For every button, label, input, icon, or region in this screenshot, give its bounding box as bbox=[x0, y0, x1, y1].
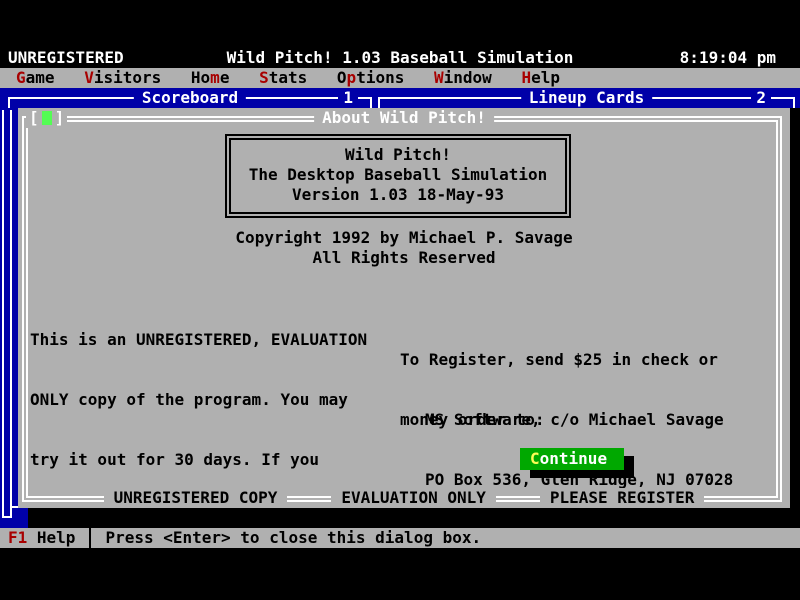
f1-key-label: F1 bbox=[8, 528, 27, 547]
menu-bar: Game Visitors Home Stats Options Window … bbox=[0, 68, 800, 88]
menu-item-game[interactable]: Game bbox=[6, 68, 65, 88]
text-line: ONLY copy of the program. You may bbox=[30, 390, 367, 410]
window-number: 1 bbox=[338, 88, 358, 108]
footer-text: EVALUATION ONLY bbox=[331, 488, 496, 508]
text-line: try it out for 30 days. If you bbox=[30, 450, 367, 470]
dos-screen: UNREGISTERED Wild Pitch! 1.03 Baseball S… bbox=[0, 0, 800, 600]
window-number: 2 bbox=[751, 88, 771, 108]
window-scoreboard-titlebar[interactable]: Scoreboard 1 bbox=[8, 88, 372, 108]
registration-status: UNREGISTERED bbox=[8, 48, 124, 68]
about-info-box: Wild Pitch! The Desktop Baseball Simulat… bbox=[225, 134, 571, 218]
window-border-corner bbox=[793, 97, 795, 108]
window-lineup-cards-titlebar[interactable]: Lineup Cards 2 bbox=[378, 88, 795, 108]
menu-item-options[interactable]: Options bbox=[327, 68, 414, 88]
window-title-scoreboard: Scoreboard bbox=[134, 88, 246, 108]
evaluation-notice: This is an UNREGISTERED, EVALUATION ONLY… bbox=[30, 290, 367, 600]
dialog-footer-banner: UNREGISTERED COPY EVALUATION ONLY PLEASE… bbox=[18, 488, 790, 508]
product-version: Version 1.03 18-May-93 bbox=[231, 185, 565, 205]
text-line: would like to continue to use it, bbox=[30, 510, 367, 530]
desktop: Scoreboard 1 Lineup Cards 2 bbox=[0, 88, 800, 108]
menu-item-visitors[interactable]: Visitors bbox=[74, 68, 171, 88]
dialog-title: About Wild Pitch! bbox=[314, 108, 494, 128]
menu-item-window[interactable]: Window bbox=[424, 68, 502, 88]
text-line: MS Software, c/o Michael Savage bbox=[425, 410, 733, 430]
close-button[interactable]: [] bbox=[26, 108, 67, 128]
close-icon bbox=[42, 111, 52, 125]
window-border-corner bbox=[8, 97, 10, 108]
window-border-corner bbox=[370, 97, 372, 108]
product-name: Wild Pitch! bbox=[231, 145, 565, 165]
footer-text: PLEASE REGISTER bbox=[540, 488, 705, 508]
copyright-notice: Copyright 1992 by Michael P. Savage All … bbox=[18, 228, 790, 268]
app-title: Wild Pitch! 1.03 Baseball Simulation bbox=[227, 48, 574, 68]
text-line: This is an UNREGISTERED, EVALUATION bbox=[30, 330, 367, 350]
text-line: To Register, send $25 in check or bbox=[400, 350, 718, 370]
dialog-shadow bbox=[790, 128, 800, 528]
product-tagline: The Desktop Baseball Simulation bbox=[231, 165, 565, 185]
window-title-lineup-cards: Lineup Cards bbox=[521, 88, 653, 108]
continue-button[interactable]: Continue bbox=[520, 448, 624, 470]
clock: 8:19:04 pm bbox=[680, 48, 776, 68]
footer-text: UNREGISTERED COPY bbox=[104, 488, 288, 508]
app-title-bar: UNREGISTERED Wild Pitch! 1.03 Baseball S… bbox=[0, 48, 800, 68]
window-border-corner bbox=[378, 97, 380, 108]
menu-item-help[interactable]: Help bbox=[511, 68, 570, 88]
about-dialog: [] About Wild Pitch! Wild Pitch! The Des… bbox=[18, 108, 790, 508]
menu-item-stats[interactable]: Stats bbox=[249, 68, 317, 88]
text-line: you'll have to register. When you bbox=[30, 570, 367, 590]
menu-item-home[interactable]: Home bbox=[181, 68, 240, 88]
